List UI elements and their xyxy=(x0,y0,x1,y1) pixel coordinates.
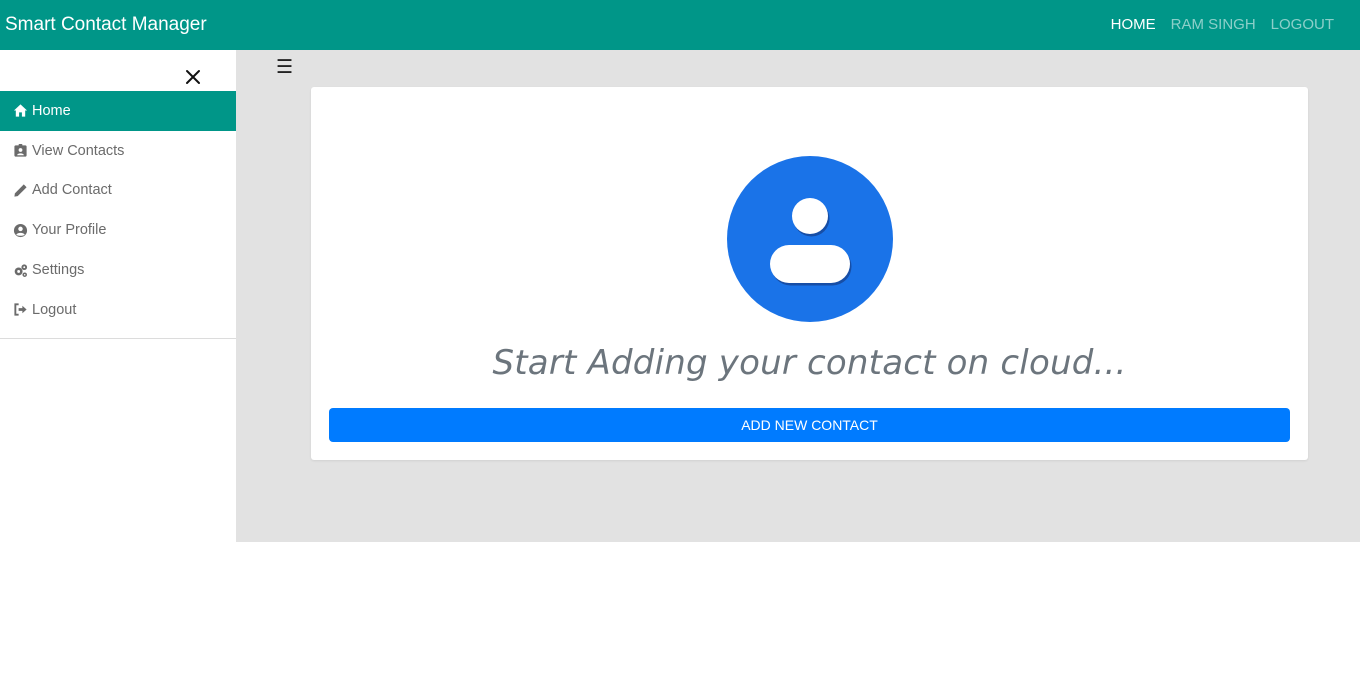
close-icon[interactable] xyxy=(184,68,202,86)
sidebar-item-settings[interactable]: Settings xyxy=(0,250,236,290)
app-title[interactable]: Smart Contact Manager xyxy=(5,14,207,36)
sidebar-item-add-contact[interactable]: Add Contact xyxy=(0,171,236,211)
top-nav-links: HOME RAM SINGH LOGOUT xyxy=(1111,16,1334,33)
sidebar-item-home[interactable]: Home xyxy=(0,91,236,131)
user-circle-icon xyxy=(12,222,28,238)
main-content: ☰ Start Adding your contact on cloud... … xyxy=(236,50,1360,542)
sidebar-item-label: Settings xyxy=(32,262,85,279)
sidebar-item-label: Logout xyxy=(32,301,77,318)
hamburger-icon[interactable]: ☰ xyxy=(276,56,293,79)
home-icon xyxy=(12,103,28,119)
contact-avatar-icon xyxy=(727,156,893,322)
pencil-icon xyxy=(12,182,28,198)
empty-state-headline: Start Adding your contact on cloud... xyxy=(492,343,1127,383)
sidebar-menu: Home View Contacts Add Contact Your Prof… xyxy=(0,91,236,330)
sidebar-item-label: Home xyxy=(32,102,71,119)
sidebar-item-your-profile[interactable]: Your Profile xyxy=(0,210,236,250)
sidebar: Home View Contacts Add Contact Your Prof… xyxy=(0,50,236,339)
welcome-card: Start Adding your contact on cloud... AD… xyxy=(311,87,1308,460)
nav-logout-link[interactable]: LOGOUT xyxy=(1271,16,1334,33)
contacts-card-icon xyxy=(12,143,28,159)
top-navbar: Smart Contact Manager HOME RAM SINGH LOG… xyxy=(0,0,1360,50)
sign-out-icon xyxy=(12,302,28,318)
sidebar-item-label: Add Contact xyxy=(32,182,112,199)
nav-user-link[interactable]: RAM SINGH xyxy=(1171,16,1256,33)
sidebar-item-label: Your Profile xyxy=(32,222,107,239)
nav-home-link[interactable]: HOME xyxy=(1111,16,1156,33)
sidebar-item-view-contacts[interactable]: View Contacts xyxy=(0,131,236,171)
add-new-contact-button[interactable]: ADD NEW CONTACT xyxy=(329,408,1290,442)
sidebar-item-label: View Contacts xyxy=(32,142,125,159)
gears-icon xyxy=(12,262,28,278)
sidebar-item-logout[interactable]: Logout xyxy=(0,290,236,330)
